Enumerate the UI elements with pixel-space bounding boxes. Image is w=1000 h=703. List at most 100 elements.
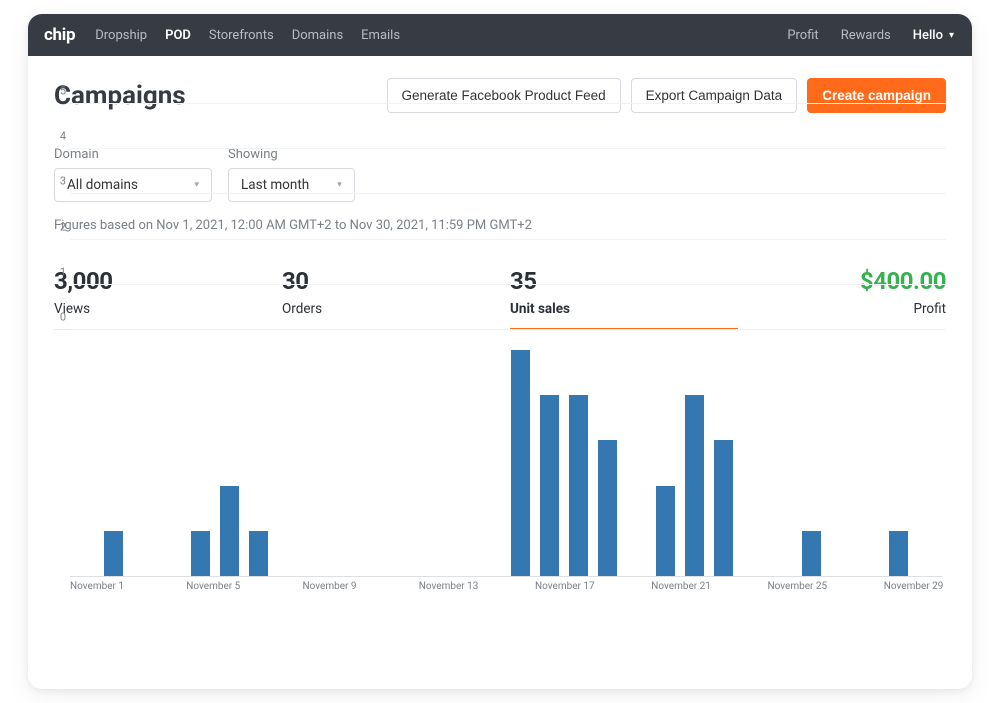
gridline [70,284,946,285]
bar-slot [738,350,767,576]
unit-sales-chart: 012345 November 1November 5November 9Nov… [70,350,946,596]
stat-orders-label: Orders [282,301,510,317]
action-buttons: Generate Facebook Product Feed Export Ca… [387,78,947,113]
logo: chip [44,25,75,45]
bar-slot [477,350,506,576]
bar-slot [884,350,913,576]
domain-filter-label: Domain [54,147,212,162]
bar-slot [797,350,826,576]
bar-slot [99,350,128,576]
bar [191,531,210,576]
stat-orders[interactable]: 30 Orders [282,267,510,329]
bar-slot [535,350,564,576]
bar-slot [506,350,535,576]
nav-storefronts[interactable]: Storefronts [209,28,274,43]
bar [220,486,239,576]
stat-profit-value: $400.00 [826,267,946,295]
bar [685,395,704,576]
bar [889,531,908,576]
nav-profit[interactable]: Profit [787,28,818,43]
user-menu[interactable]: Hello ▾ [913,28,954,43]
nav-pod[interactable]: POD [165,28,191,43]
bar-slot [913,350,942,576]
stat-views-value: 3,000 [54,267,282,295]
bar-slot [651,350,680,576]
y-tick-label: 3 [54,175,66,188]
y-tick-label: 5 [54,85,66,98]
domain-select[interactable]: All domains ▾ [54,168,212,202]
showing-select[interactable]: Last month ▾ [228,168,355,202]
header-row: Campaigns Generate Facebook Product Feed… [54,78,946,113]
stat-views-label: Views [54,301,282,317]
stat-views[interactable]: 3,000 Views [54,267,282,329]
gridline [70,148,946,149]
bar-slot [390,350,419,576]
page-title: Campaigns [54,81,186,111]
create-campaign-button[interactable]: Create campaign [807,78,946,113]
bar [656,486,675,576]
main-nav: Dropship POD Storefronts Domains Emails [95,28,400,43]
gridline [70,103,946,104]
bar [714,440,733,576]
stat-unit-sales-value: 35 [510,267,738,295]
bar-slot [244,350,273,576]
chevron-down-icon: ▾ [949,30,954,41]
nav-domains[interactable]: Domains [292,28,343,43]
nav-rewards[interactable]: Rewards [841,28,891,43]
stat-profit[interactable]: $400.00 Profit [826,267,946,329]
bar-slot [128,350,157,576]
bar-slot [215,350,244,576]
y-tick-label: 4 [54,130,66,143]
y-tick-label: 2 [54,220,66,233]
bar-slot [680,350,709,576]
gridline [70,193,946,194]
app-window: chip Dropship POD Storefronts Domains Em… [28,14,972,689]
gridline [70,239,946,240]
topbar: chip Dropship POD Storefronts Domains Em… [28,14,972,56]
caret-down-icon: ▾ [337,180,342,190]
bar-slot [186,350,215,576]
bar-slot [855,350,884,576]
caret-down-icon: ▾ [194,180,199,190]
y-tick-label: 0 [54,311,66,324]
export-campaign-data-button[interactable]: Export Campaign Data [631,78,798,113]
bar-slot [564,350,593,576]
y-tick-label: 1 [54,265,66,278]
bar-slot [332,350,361,576]
bar [249,531,268,576]
gridline [70,329,946,330]
bar [598,440,617,576]
bar [104,531,123,576]
bar-slot [768,350,797,576]
nav-dropship[interactable]: Dropship [95,28,147,43]
bar-slot [157,350,186,576]
stat-profit-label: Profit [826,301,946,317]
user-menu-label: Hello [913,28,943,43]
bar-slot [70,350,99,576]
bar-slot [622,350,651,576]
bar-slot [419,350,448,576]
bar [511,350,530,576]
showing-filter-label: Showing [228,147,355,162]
stat-unit-sales[interactable]: 35 Unit sales [510,267,738,329]
domain-select-value: All domains [67,177,138,193]
generate-facebook-feed-button[interactable]: Generate Facebook Product Feed [387,78,621,113]
bar-slot [361,350,390,576]
stats-row: 3,000 Views 30 Orders 35 Unit sales $400… [54,267,946,330]
nav-emails[interactable]: Emails [361,28,400,43]
bar-slot [303,350,332,576]
stat-unit-sales-label: Unit sales [510,301,738,317]
bar [540,395,559,576]
bar-slot [593,350,622,576]
bar [802,531,821,576]
bar-slot [448,350,477,576]
bar-slot [826,350,855,576]
nav-right: Profit Rewards Hello ▾ [787,28,954,43]
bar-slot [709,350,738,576]
showing-select-value: Last month [241,177,309,193]
bar-slot [273,350,302,576]
stat-orders-value: 30 [282,267,510,295]
content: Campaigns Generate Facebook Product Feed… [28,56,972,596]
chart-area: 012345 November 1November 5November 9Nov… [54,350,946,596]
bar [569,395,588,576]
